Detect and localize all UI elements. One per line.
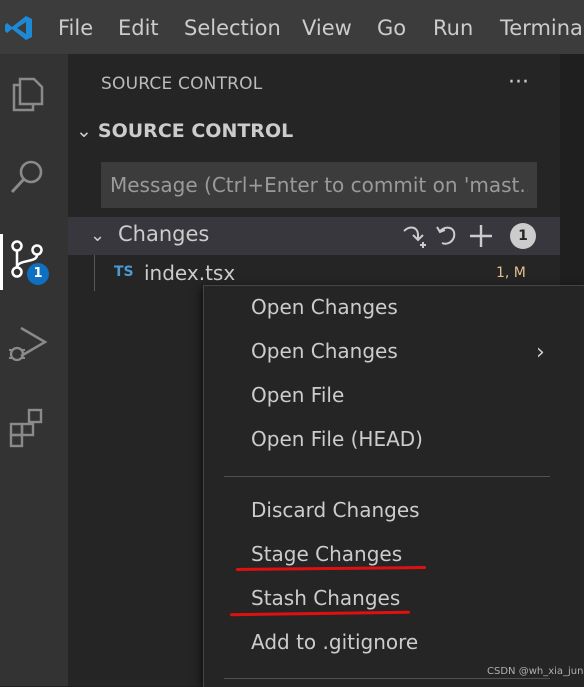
changes-group-row[interactable]: ⌄ Changes 1 <box>68 217 560 255</box>
menu-item-add-to-gitignore[interactable]: Add to .gitignore <box>251 630 418 654</box>
chevron-down-icon: ⌄ <box>90 225 106 246</box>
chevron-right-icon: › <box>536 340 545 365</box>
search-icon[interactable] <box>5 154 51 200</box>
typescript-file-icon: TS <box>114 264 134 280</box>
section-header-source-control[interactable]: ⌄ SOURCE CONTROL <box>76 120 293 142</box>
panel-title: SOURCE CONTROL <box>101 74 263 94</box>
active-indicator <box>0 234 3 290</box>
source-control-badge: 1 <box>27 263 49 285</box>
menu-item-stash-changes[interactable]: Stash Changes <box>251 586 400 610</box>
more-actions-button[interactable]: ··· <box>508 70 529 95</box>
run-debug-icon[interactable] <box>5 320 51 366</box>
chevron-down-icon: ⌄ <box>76 120 92 142</box>
menu-item-open-changes[interactable]: Open Changes <box>251 295 398 319</box>
commit-message-input[interactable] <box>102 163 536 207</box>
file-status: 1, M <box>496 265 526 281</box>
open-changes-icon[interactable] <box>398 221 428 251</box>
changes-label: Changes <box>118 222 210 246</box>
menu-bar: File Edit Selection View Go Run Terminal <box>0 0 584 54</box>
menu-go[interactable]: Go <box>377 15 406 41</box>
activity-bar <box>0 54 68 686</box>
menu-selection[interactable]: Selection <box>184 15 281 41</box>
menu-separator <box>224 678 550 679</box>
watermark: CSDN @wh_xia_jun <box>487 666 584 677</box>
menu-item-stage-changes[interactable]: Stage Changes <box>251 542 402 566</box>
menu-file[interactable]: File <box>58 15 93 41</box>
vscode-logo-icon <box>5 16 32 40</box>
menu-item-discard-changes[interactable]: Discard Changes <box>251 498 420 522</box>
stage-icon[interactable] <box>466 221 496 251</box>
menu-edit[interactable]: Edit <box>118 15 159 41</box>
menu-item-open-file-head[interactable]: Open File (HEAD) <box>251 427 423 451</box>
file-name: index.tsx <box>144 261 236 285</box>
tree-guide <box>94 255 95 291</box>
menu-view[interactable]: View <box>302 15 352 41</box>
discard-icon[interactable] <box>432 221 462 251</box>
menu-item-open-file[interactable]: Open File <box>251 383 344 407</box>
commit-message-box <box>101 162 537 208</box>
explorer-icon[interactable] <box>5 70 51 116</box>
menu-terminal[interactable]: Terminal <box>500 15 584 41</box>
menu-item-open-changes-submenu[interactable]: Open Changes <box>251 339 398 363</box>
context-menu: Open Changes Open Changes › Open File Op… <box>203 285 584 687</box>
extensions-icon[interactable] <box>5 404 51 450</box>
menu-separator <box>224 476 550 477</box>
menu-run[interactable]: Run <box>433 15 473 41</box>
changes-count-badge: 1 <box>510 223 536 249</box>
section-header-label: SOURCE CONTROL <box>97 120 294 142</box>
